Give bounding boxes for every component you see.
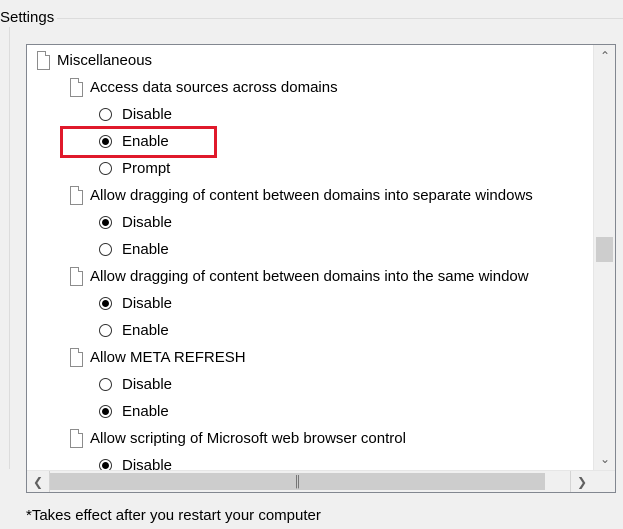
option-radio-row[interactable]: Disable — [99, 101, 172, 128]
tree-category[interactable]: Miscellaneous — [37, 47, 152, 74]
tree-item-label: Allow META REFRESH — [90, 349, 246, 366]
vertical-scrollbar[interactable]: ⌃ ⌄ — [593, 45, 615, 470]
radio-unchecked-icon[interactable] — [99, 243, 112, 256]
option-radio-row[interactable]: Enable — [99, 317, 169, 344]
tree-item-label: Disable — [122, 295, 173, 312]
tree-item-label: Allow scripting of Microsoft web browser… — [90, 430, 406, 447]
tree-setting[interactable]: Allow META REFRESH — [70, 344, 246, 371]
document-icon — [70, 78, 83, 97]
grip-icon: ║ — [293, 475, 302, 488]
radio-checked-icon[interactable] — [99, 405, 112, 418]
option-radio-row[interactable]: Enable — [99, 398, 169, 425]
option-radio-row[interactable]: Disable — [99, 290, 172, 317]
tree-setting[interactable]: Allow dragging of content between domain… — [70, 263, 529, 290]
option-radio-row[interactable]: Prompt — [99, 155, 170, 182]
document-icon — [70, 267, 83, 286]
chevron-right-icon[interactable]: ❯ — [570, 471, 593, 492]
tree-item-label: Disable — [122, 457, 173, 470]
horizontal-scroll-thumb[interactable]: ║ — [50, 473, 545, 490]
restart-footnote: *Takes effect after you restart your com… — [26, 507, 321, 524]
option-radio-row[interactable]: Enable — [99, 236, 169, 263]
radio-unchecked-icon[interactable] — [99, 324, 112, 337]
option-radio-row[interactable]: Enable — [99, 128, 169, 155]
radio-checked-icon[interactable] — [99, 135, 112, 148]
chevron-up-icon[interactable]: ⌃ — [594, 45, 615, 67]
tree-item-label: Enable — [122, 241, 169, 258]
tree-item-label: Enable — [122, 403, 169, 420]
tree-item-label: Allow dragging of content between domain… — [90, 268, 529, 285]
group-border-left — [9, 18, 10, 469]
tree-item-label: Miscellaneous — [57, 52, 153, 69]
document-icon — [70, 429, 83, 448]
document-icon — [70, 186, 83, 205]
horizontal-scrollbar[interactable]: ❮ ║ ❯ — [27, 470, 615, 492]
settings-list[interactable]: Miscellaneous Access data sources across … — [26, 44, 616, 493]
radio-checked-icon[interactable] — [99, 216, 112, 229]
scrollbar-corner — [593, 471, 615, 492]
settings-tree: Miscellaneous Access data sources across … — [27, 45, 592, 470]
document-icon — [70, 348, 83, 367]
tree-item-label: Disable — [122, 376, 173, 393]
chevron-left-icon[interactable]: ❮ — [27, 471, 50, 492]
radio-unchecked-icon[interactable] — [99, 108, 112, 121]
radio-checked-icon[interactable] — [99, 459, 112, 470]
tree-setting[interactable]: Access data sources across domains — [70, 74, 338, 101]
tree-item-label: Disable — [122, 106, 173, 123]
radio-checked-icon[interactable] — [99, 297, 112, 310]
radio-unchecked-icon[interactable] — [99, 378, 112, 391]
option-radio-row[interactable]: Disable — [99, 452, 172, 470]
tree-item-label: Prompt — [122, 160, 171, 177]
option-radio-row[interactable]: Disable — [99, 371, 172, 398]
tree-item-label: Disable — [122, 214, 173, 231]
tree-setting[interactable]: Allow scripting of Microsoft web browser… — [70, 425, 406, 452]
group-legend: Settings — [0, 9, 58, 27]
radio-unchecked-icon[interactable] — [99, 162, 112, 175]
tree-item-label: Access data sources across domains — [90, 79, 338, 96]
vertical-scroll-thumb[interactable] — [596, 237, 613, 262]
chevron-down-icon[interactable]: ⌄ — [594, 448, 615, 470]
tree-item-label: Enable — [122, 322, 169, 339]
tree-setting[interactable]: Allow dragging of content between domain… — [70, 182, 533, 209]
tree-item-label: Allow dragging of content between domain… — [90, 187, 533, 204]
document-icon — [37, 51, 50, 70]
group-border-top — [0, 18, 623, 19]
tree-item-label: Enable — [122, 133, 169, 150]
option-radio-row[interactable]: Disable — [99, 209, 172, 236]
